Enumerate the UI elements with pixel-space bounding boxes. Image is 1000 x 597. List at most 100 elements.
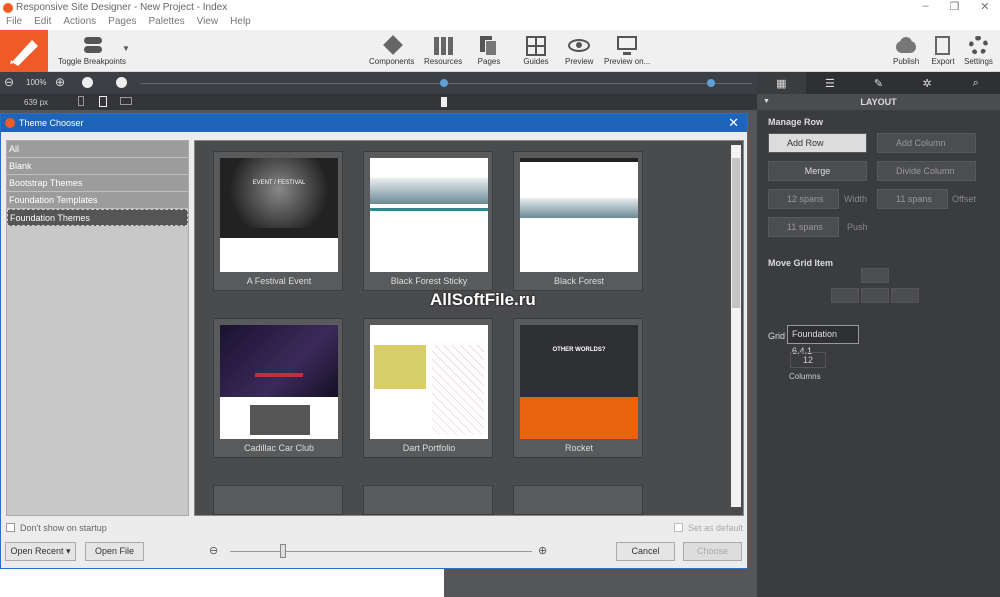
scrollbar-thumb[interactable] (732, 158, 740, 308)
category-item[interactable]: Blank (7, 158, 188, 175)
theme-card[interactable]: Black Forest Sticky (363, 151, 493, 291)
theme-card[interactable] (363, 485, 493, 515)
menu-file[interactable]: File (6, 16, 22, 30)
menu-palettes[interactable]: Palettes (149, 16, 185, 30)
theme-thumbnail: OTHER WORLDS? (520, 325, 638, 439)
tab-layout[interactable]: ▦ (757, 72, 806, 94)
menu-pages[interactable]: Pages (108, 16, 136, 30)
toggle-breakpoints-button[interactable]: Toggle Breakpoints (58, 35, 126, 66)
grid-framework-select[interactable]: Foundation 6.4.1 (787, 325, 859, 356)
zoom-in-icon[interactable]: ⊕ (538, 544, 547, 557)
tab-inspect[interactable]: ⌕ (951, 72, 1000, 94)
theme-card[interactable]: Black Forest (513, 151, 643, 291)
move-down-button[interactable] (861, 288, 889, 303)
push-spans-value: 11 spans (787, 222, 823, 232)
settings-label: Settings (964, 57, 993, 66)
divide-column-label: Divide Column (896, 166, 955, 176)
width-spans-select[interactable]: 12 spans (768, 189, 839, 209)
resources-button[interactable]: Resources (424, 35, 462, 66)
close-icon[interactable]: ✕ (728, 114, 739, 132)
tab-settings[interactable]: ✲ (903, 72, 952, 94)
minimize-button[interactable]: – (922, 0, 928, 16)
phone-icon[interactable] (78, 96, 84, 106)
menu-actions[interactable]: Actions (63, 16, 96, 30)
theme-card[interactable]: OTHER WORLDS? Rocket (513, 318, 643, 458)
preview-on-button[interactable]: Preview on... (604, 35, 650, 66)
tablet-icon[interactable] (99, 96, 107, 107)
theme-card[interactable] (213, 485, 343, 515)
open-file-button[interactable]: Open File (85, 542, 144, 561)
preview-button[interactable]: Preview (565, 35, 593, 66)
art-image (374, 345, 426, 389)
window-title: Responsive Site Designer - New Project -… (16, 2, 228, 13)
category-item[interactable]: Bootstrap Themes (7, 175, 188, 192)
guides-button[interactable]: Guides (523, 35, 549, 66)
move-left-button[interactable] (831, 288, 859, 303)
breakpoint-marker[interactable] (707, 79, 715, 87)
components-button[interactable]: Components (369, 35, 414, 66)
menu-edit[interactable]: Edit (34, 16, 51, 30)
add-breakpoint-icon[interactable] (116, 77, 127, 88)
category-item[interactable]: All (7, 141, 188, 158)
dont-show-checkbox[interactable] (6, 523, 15, 532)
settings-button[interactable]: Settings (964, 35, 993, 66)
properties-panel: ▦ ☰ ✎ ✲ ⌕ ▼ LAYOUT Manage Row Add Row Ad… (757, 72, 1000, 597)
slider-handle[interactable] (280, 544, 286, 558)
theme-thumbnail (520, 158, 638, 272)
width-ruler: 639 px (0, 94, 757, 110)
tab-style[interactable]: ✎ (854, 72, 903, 94)
zoom-in-icon[interactable]: ⊕ (55, 75, 65, 89)
category-item[interactable]: Foundation Templates (7, 192, 188, 209)
menu-bar: File Edit Actions Pages Palettes View He… (0, 16, 1000, 30)
open-recent-button[interactable]: Open Recent ▾ (5, 542, 76, 561)
theme-card[interactable]: Cadillac Car Club (213, 318, 343, 458)
inspect-icon: ⌕ (972, 76, 979, 89)
push-spans-select[interactable]: 11 spans (768, 217, 839, 237)
move-up-button[interactable] (861, 268, 889, 283)
columns-stepper[interactable]: 12 (790, 352, 826, 368)
title-bar: Responsive Site Designer - New Project -… (0, 0, 1000, 16)
set-default-checkbox[interactable] (674, 523, 683, 532)
move-grid-item-label: Move Grid Item (768, 258, 834, 268)
publish-button[interactable]: Publish (893, 35, 919, 66)
zoom-out-icon[interactable]: ⊖ (209, 544, 218, 557)
theme-card[interactable]: Dart Portfolio (363, 318, 493, 458)
add-column-button[interactable]: Add Column (877, 133, 976, 153)
export-button[interactable]: Export (930, 35, 956, 66)
preview-on-label: Preview on... (604, 57, 651, 66)
theme-card[interactable] (513, 485, 643, 515)
offset-label: Offset (952, 194, 976, 204)
ink-image (432, 345, 484, 435)
toggle-breakpoints-label: Toggle Breakpoints (58, 57, 127, 66)
top-nav (520, 158, 638, 162)
merge-button[interactable]: Merge (768, 161, 867, 181)
watermark: AllSoftFile.ru (430, 290, 536, 309)
move-right-button[interactable] (891, 288, 919, 303)
maximize-button[interactable]: ❐ (950, 0, 960, 16)
collapse-icon[interactable]: ▼ (763, 94, 770, 110)
tab-list[interactable]: ☰ (806, 72, 855, 94)
desktop-icon[interactable] (120, 97, 132, 105)
export-icon (930, 35, 956, 57)
pages-button[interactable]: Pages (476, 35, 502, 66)
offset-spans-value: 11 spans (896, 194, 932, 204)
zoom-value: 100% (26, 78, 47, 87)
theme-grid-scrollbar[interactable] (731, 145, 741, 507)
breakpoint-marker[interactable] (440, 79, 448, 87)
chevron-down-icon[interactable]: ▼ (122, 44, 130, 53)
add-row-button[interactable]: Add Row (768, 133, 867, 153)
theme-card[interactable]: EVENT / FESTIVAL A Festival Event (213, 151, 343, 291)
offset-spans-select[interactable]: 11 spans (877, 189, 948, 209)
zoom-out-icon[interactable]: ⊖ (4, 75, 14, 89)
divide-column-button[interactable]: Divide Column (877, 161, 976, 181)
cancel-button[interactable]: Cancel (616, 542, 675, 561)
category-item[interactable]: Foundation Themes (7, 209, 188, 226)
thumbnail-size-slider[interactable] (230, 551, 532, 552)
width-handle[interactable] (441, 97, 447, 107)
remove-breakpoint-icon[interactable] (82, 77, 93, 88)
menu-view[interactable]: View (197, 16, 219, 30)
close-button[interactable]: ✕ (980, 0, 989, 16)
zoom-bar: ⊖ 100% ⊕ (0, 72, 757, 94)
choose-button[interactable]: Choose (683, 542, 742, 561)
menu-help[interactable]: Help (230, 16, 251, 30)
